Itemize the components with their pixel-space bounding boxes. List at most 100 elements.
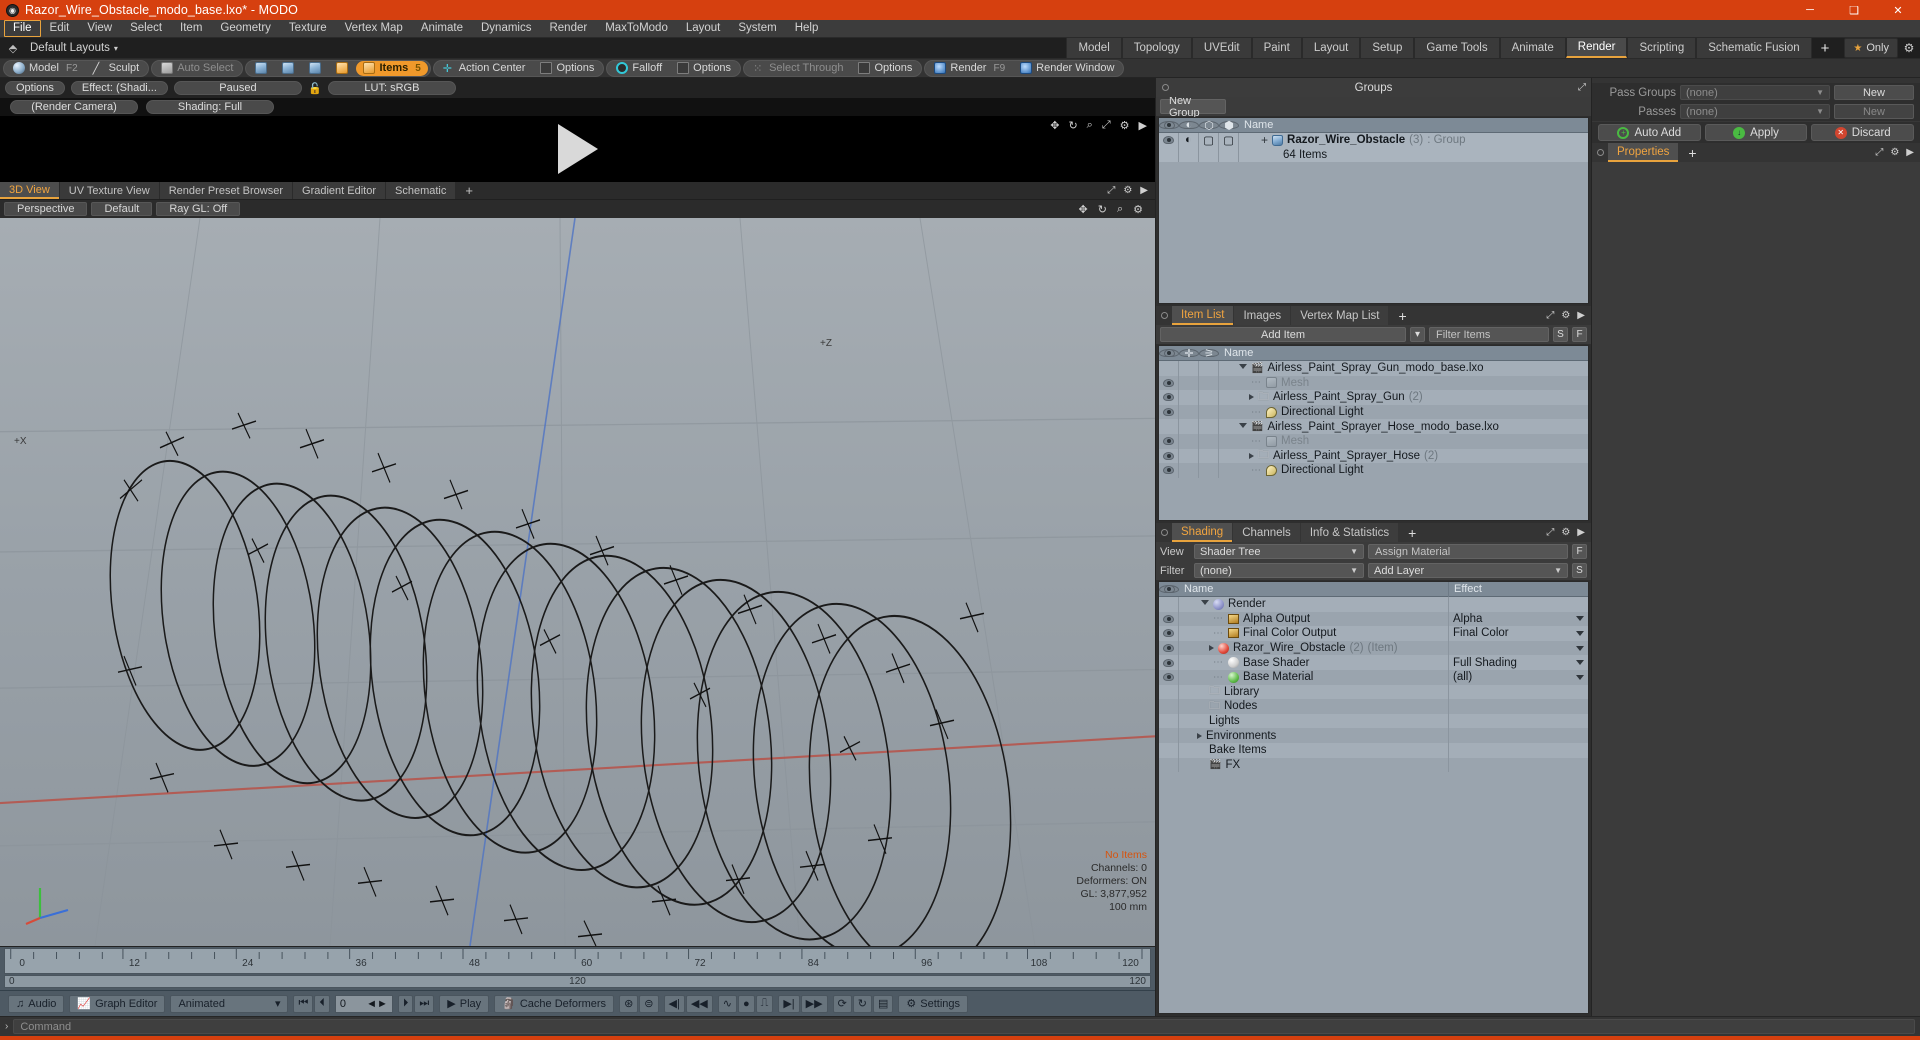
preview-lut-button[interactable]: LUT: sRGB	[327, 81, 456, 95]
tab-topology[interactable]: Topology	[1121, 38, 1192, 58]
zoom-icon[interactable]: ⌕	[1087, 119, 1093, 132]
menu-item-file[interactable]: File	[4, 20, 41, 37]
tab-3d-view[interactable]: 3D View	[0, 182, 59, 199]
key-all-icon[interactable]: ⊜	[639, 994, 659, 1013]
tab-channels[interactable]: Channels	[1233, 523, 1300, 542]
chevron-right-icon[interactable]: ▶	[1577, 527, 1585, 538]
row-eye-toggle[interactable]	[1159, 655, 1179, 670]
minimize-button[interactable]: ─	[1788, 0, 1832, 20]
viewport-add-tab-button[interactable]: +	[456, 182, 482, 199]
preview-options-button[interactable]: Options	[5, 81, 65, 95]
item-list-add-tab-button[interactable]: +	[1389, 306, 1415, 325]
panel-dot-icon[interactable]	[1162, 84, 1169, 91]
cache-deformers-button[interactable]: 🗿 Cache Deformers	[494, 994, 615, 1013]
gear-icon[interactable]: ⚙	[1890, 147, 1899, 158]
menu-item-render[interactable]: Render	[540, 20, 596, 37]
chevron-right-icon[interactable]	[1209, 645, 1214, 652]
groups-tree[interactable]: ◐ ⬡ ⬢ Name ◐ ▢ ▢ + Razor_Wire_Obstacle (…	[1158, 117, 1589, 304]
table-row[interactable]: 🎬 Airless_Paint_Spray_Gun_modo_base.lxo	[1159, 361, 1588, 376]
row-name-cell[interactable]: ⋯ Directional Light	[1219, 464, 1588, 476]
viewport-3d[interactable]: +Z +X No Items Channels: 0 Deformers: ON…	[0, 218, 1155, 946]
menu-item-view[interactable]: View	[78, 20, 121, 37]
chevron-right-icon[interactable]: ▶	[1906, 147, 1914, 158]
menu-item-maxtomodo[interactable]: MaxToModo	[596, 20, 677, 37]
table-row[interactable]: Environments	[1159, 728, 1588, 743]
tab-gradient-editor[interactable]: Gradient Editor	[293, 182, 385, 199]
row-eye-toggle[interactable]	[1159, 626, 1179, 641]
filter-items-input[interactable]: Filter Items	[1429, 327, 1549, 342]
next-key-icon[interactable]: ▶|	[778, 994, 800, 1013]
tab-model[interactable]: Model	[1066, 38, 1122, 58]
row-eye-toggle[interactable]	[1159, 669, 1179, 685]
tab-animate[interactable]: Animate	[1499, 38, 1566, 58]
render-button[interactable]: Render F9	[927, 61, 1012, 76]
row-lock-toggle[interactable]	[1179, 404, 1199, 420]
close-button[interactable]: ✕	[1876, 0, 1920, 20]
gear-icon[interactable]: ⚙	[1561, 310, 1570, 321]
row-effect-cell[interactable]: Final Color	[1448, 626, 1588, 641]
chevron-down-icon[interactable]	[1239, 422, 1247, 431]
row-effect-cell[interactable]: (all)	[1448, 669, 1588, 685]
row-eye-toggle[interactable]	[1159, 463, 1179, 478]
curve-ease-icon[interactable]: ●	[737, 994, 755, 1013]
row-name-cell[interactable]: 🗀 Airless_Paint_Sprayer_Hose (2)	[1219, 446, 1588, 465]
row-eye-toggle[interactable]	[1159, 611, 1179, 627]
next-key2-icon[interactable]: ▶▶	[800, 994, 828, 1013]
row-lock-toggle[interactable]	[1179, 448, 1199, 464]
add-item-button[interactable]: Add Item	[1160, 327, 1406, 342]
table-row[interactable]: 64 Items	[1159, 147, 1588, 163]
row-name-cell[interactable]: ⋯ Base Shader	[1179, 657, 1448, 669]
chevron-down-icon[interactable]	[1576, 674, 1584, 680]
current-frame-field[interactable]: 0 ◄►	[334, 994, 393, 1013]
chevron-right-icon[interactable]: ▶	[1577, 310, 1585, 321]
table-row[interactable]: ⋯ Base Shader Full Shading	[1159, 655, 1588, 670]
table-row[interactable]: 🗀 Nodes	[1159, 699, 1588, 714]
tab-game-tools[interactable]: Game Tools	[1414, 38, 1500, 58]
chevron-down-icon[interactable]	[1576, 630, 1584, 636]
tab-item-list[interactable]: Item List	[1172, 306, 1234, 325]
row-name-cell[interactable]: 🎬 FX	[1179, 759, 1448, 771]
menu-item-item[interactable]: Item	[171, 20, 211, 37]
preview-shading-button[interactable]: Shading: Full	[146, 100, 274, 114]
play-button[interactable]: ▶ Play	[439, 994, 490, 1013]
go-to-end-button[interactable]: ⏭	[414, 994, 435, 1013]
move-icon[interactable]: ✥	[1079, 203, 1088, 216]
row-lock-toggle[interactable]	[1179, 375, 1199, 391]
table-row[interactable]: 🗀 Airless_Paint_Sprayer_Hose (2)	[1159, 446, 1588, 465]
go-to-start-button[interactable]: ⏮	[293, 994, 314, 1013]
tab-layout[interactable]: Layout	[1301, 38, 1361, 58]
row-name-cell[interactable]: Render	[1179, 598, 1448, 610]
row-eye-toggle[interactable]	[1159, 640, 1179, 656]
shading-add-tab-button[interactable]: +	[1399, 523, 1425, 542]
layout-gear-icon[interactable]: ⚙	[1898, 38, 1920, 58]
row-axis-toggle[interactable]	[1199, 463, 1219, 478]
chevron-down-icon[interactable]	[1201, 600, 1209, 608]
menu-item-dynamics[interactable]: Dynamics	[472, 20, 540, 37]
chevron-right-icon[interactable]: ▶	[1140, 185, 1148, 196]
expand-icon[interactable]: ⤢	[1546, 527, 1554, 538]
tab-images[interactable]: Images	[1234, 306, 1291, 325]
row-effect-cell[interactable]	[1448, 597, 1588, 612]
rotate-icon[interactable]: ↻	[1068, 119, 1077, 132]
tab-schematic-fusion[interactable]: Schematic Fusion	[1696, 38, 1812, 58]
tab-paint[interactable]: Paint	[1251, 38, 1302, 58]
row-axis-toggle[interactable]	[1199, 433, 1219, 449]
tab-vertex-map-list[interactable]: Vertex Map List	[1291, 306, 1389, 325]
row-lock-toggle[interactable]	[1179, 419, 1199, 434]
panel-dot-icon[interactable]	[1156, 306, 1172, 325]
expand-icon[interactable]: ⤢	[1107, 185, 1115, 196]
rotate-key-icon[interactable]: ↻	[852, 994, 873, 1013]
new-pass-button[interactable]: New	[1834, 104, 1914, 119]
select-through-button[interactable]: ⁙ Select Through	[746, 61, 850, 76]
table-row[interactable]: Bake Items	[1159, 742, 1588, 758]
chevron-right-icon[interactable]	[1249, 452, 1254, 459]
table-row[interactable]: ⋯ Directional Light	[1159, 463, 1588, 478]
table-row[interactable]: 🎬 FX	[1159, 757, 1588, 773]
row-axis-toggle[interactable]	[1199, 361, 1219, 376]
row-name-cell[interactable]: 🎬 Airless_Paint_Sprayer_Hose_modo_base.l…	[1219, 421, 1588, 433]
new-pass-group-button[interactable]: New	[1834, 85, 1914, 100]
sculpt-mode-button[interactable]: ╱ Sculpt	[86, 61, 147, 76]
key-channel-icon[interactable]: ⊛	[619, 994, 639, 1013]
preview-play-icon[interactable]	[557, 124, 598, 174]
play-icon[interactable]: ▶	[1139, 119, 1147, 132]
